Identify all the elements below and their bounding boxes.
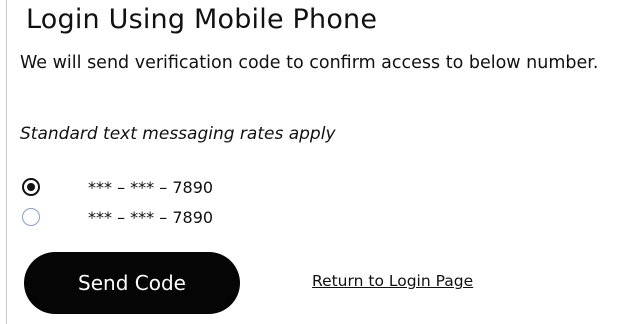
send-code-button[interactable]: Send Code: [24, 252, 240, 314]
radio-dot-icon: [27, 183, 35, 191]
return-to-login-link[interactable]: Return to Login Page: [312, 272, 473, 290]
page-title: Login Using Mobile Phone: [26, 4, 378, 35]
verification-description: We will send verification code to confir…: [20, 53, 599, 73]
phone-option-radio-selected[interactable]: [22, 178, 40, 196]
phone-option-radio-unselected[interactable]: [22, 208, 40, 226]
phone-number-label: *** – *** – 7890: [88, 177, 214, 197]
phone-option[interactable]: *** – *** – 7890: [22, 175, 213, 199]
phone-option[interactable]: *** – *** – 7890: [22, 205, 213, 229]
rates-note: Standard text messaging rates apply: [20, 124, 336, 144]
phone-number-label: *** – *** – 7890: [88, 207, 214, 227]
